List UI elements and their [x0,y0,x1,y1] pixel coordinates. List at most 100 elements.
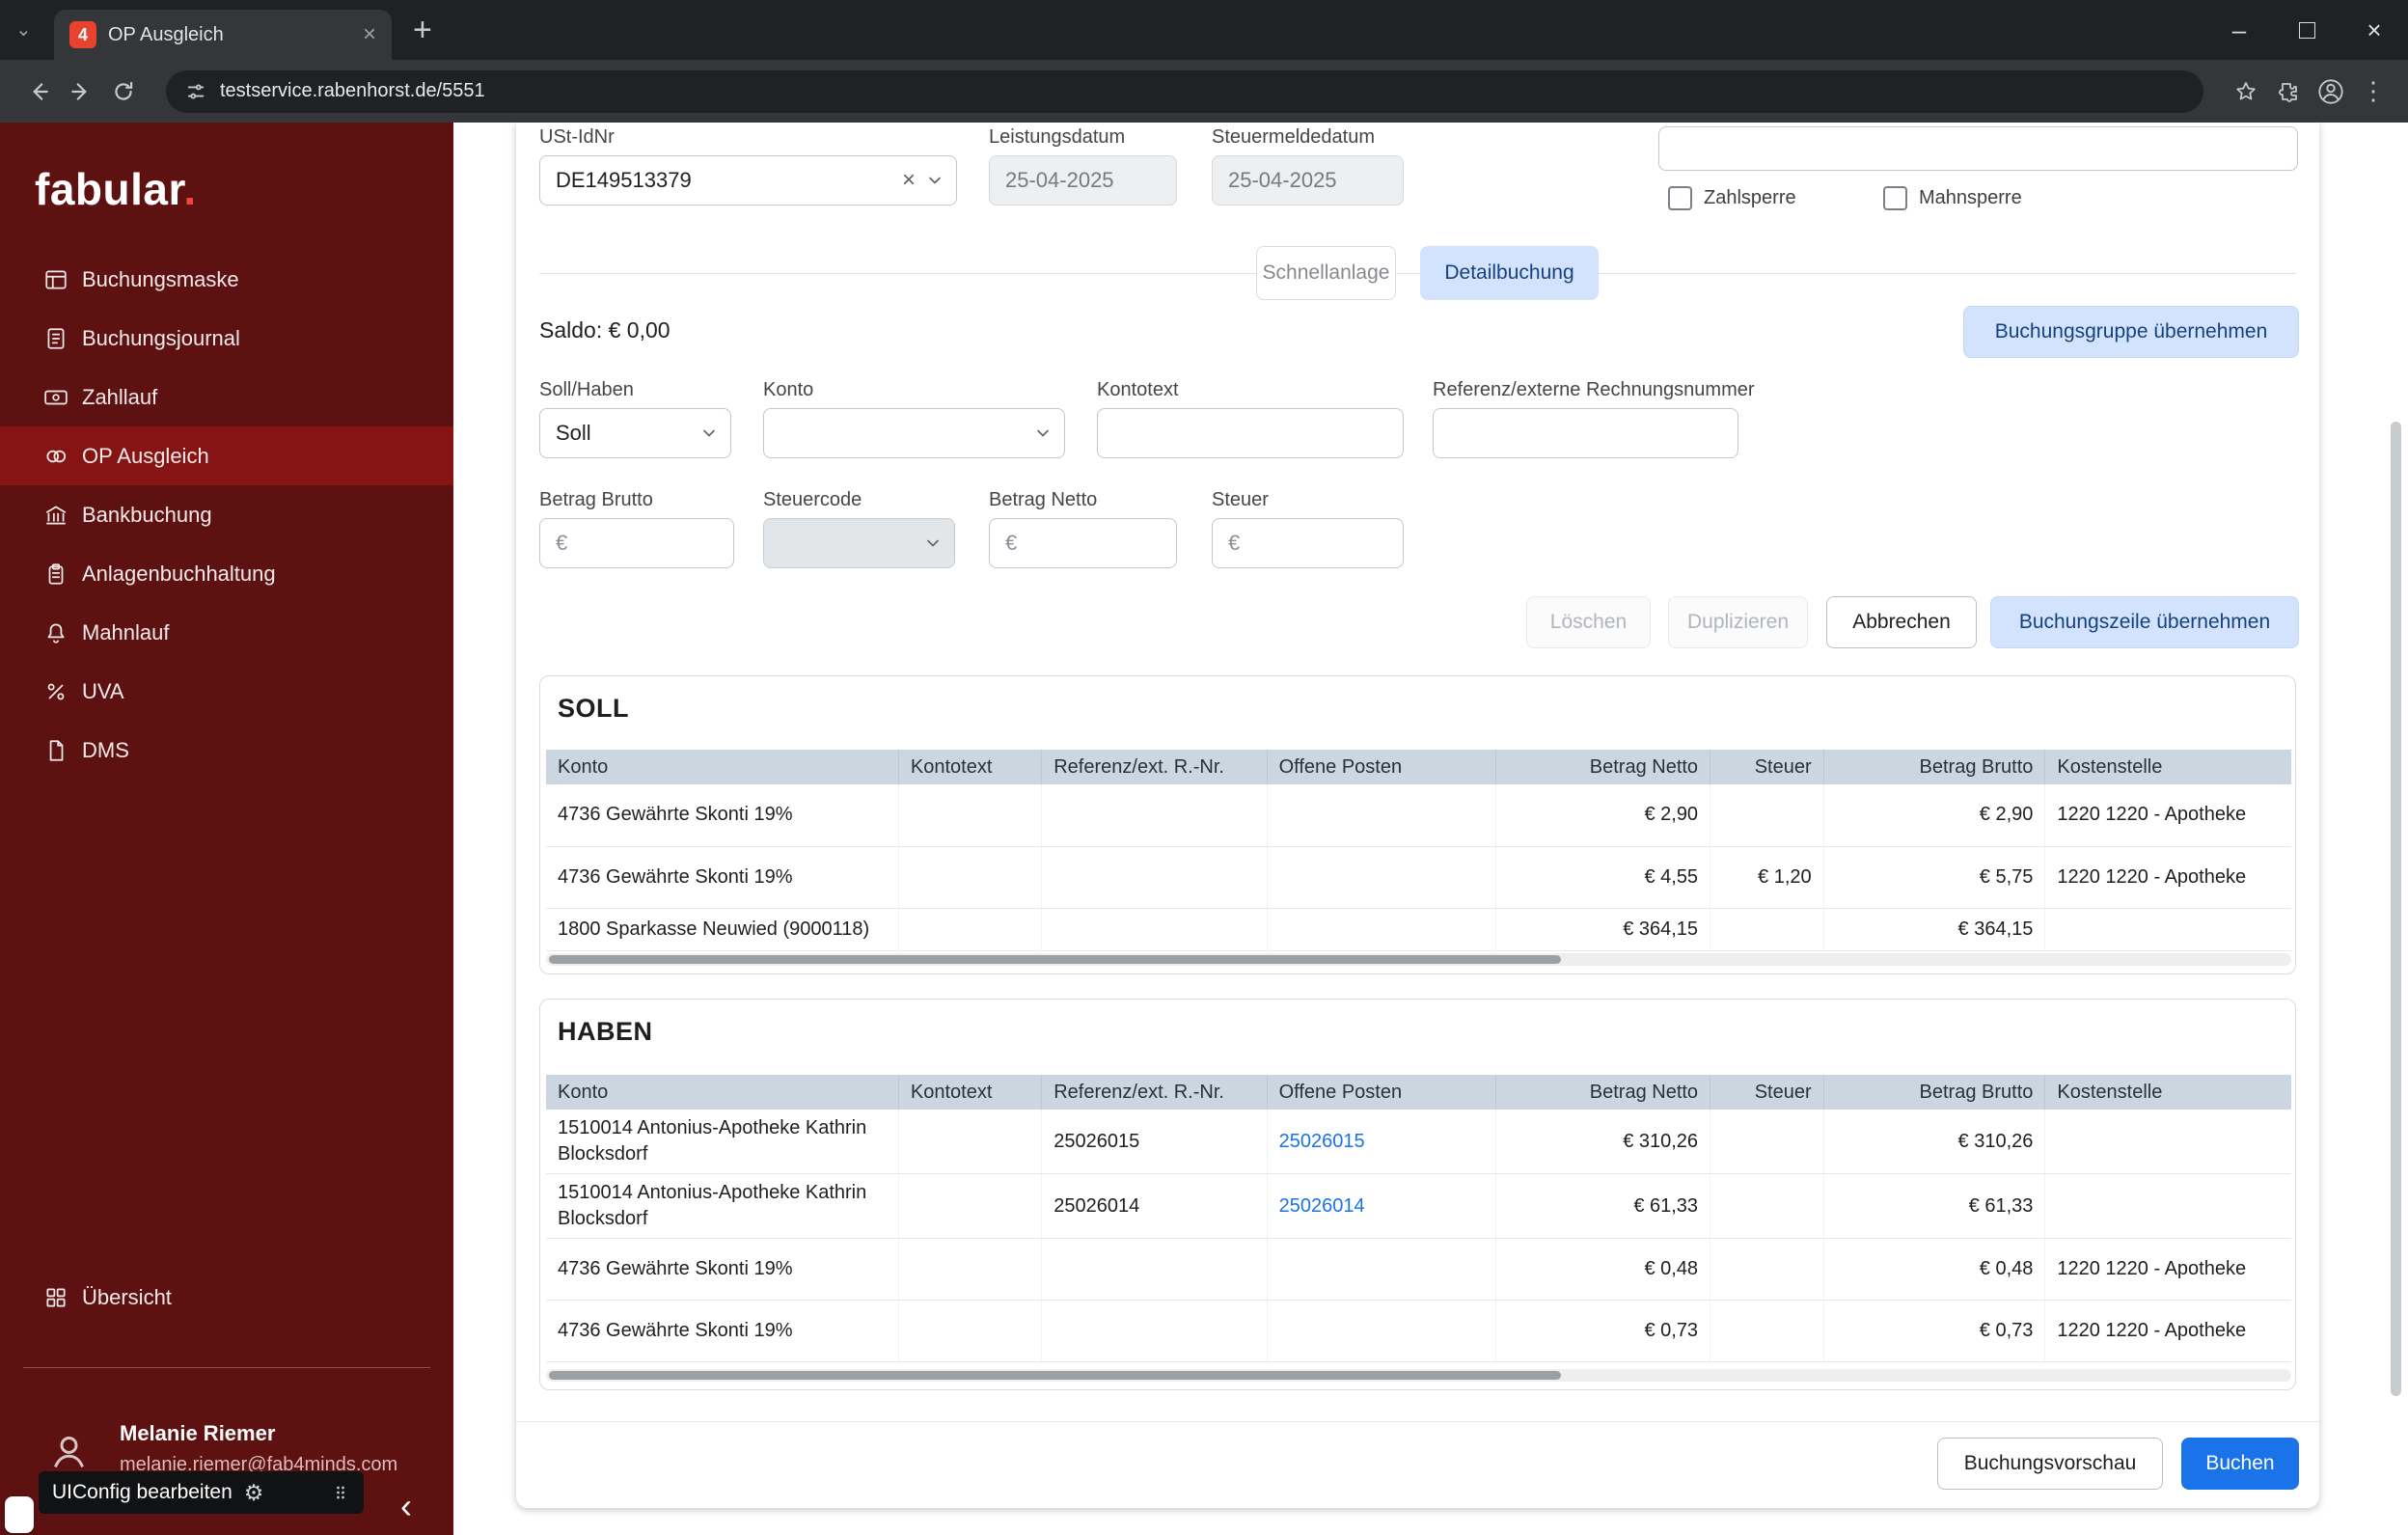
buchungsvorschau-button[interactable]: Buchungsvorschau [1937,1438,2163,1490]
table-row[interactable]: 4736 Gewährte Skonti 19% € 4,55 € 1,20 €… [546,846,2291,909]
offene-posten-link[interactable]: 25026014 [1279,1195,1365,1217]
duplizieren-button: Duplizieren [1668,596,1808,648]
table-row[interactable]: 1510014 Antonius-Apotheke Kathrin Blocks… [546,1173,2291,1239]
buchungsgruppe-uebernehmen-button[interactable]: Buchungsgruppe übernehmen [1963,306,2299,358]
zahlsperre-label: Zahlsperre [1704,187,1796,208]
ust-idnr-label: USt-IdNr [539,126,615,148]
mahnsperre-checkbox-row[interactable]: Mahnsperre [1883,186,2022,210]
leistungsdatum-input [989,155,1177,206]
col-kostenstelle: Kostenstelle [2044,750,2291,784]
back-button[interactable] [17,70,60,113]
saldo-text: Saldo: € 0,00 [539,317,670,343]
app-logo: fabular. [35,164,197,214]
site-settings-icon[interactable] [185,81,206,102]
reload-button[interactable] [102,70,145,113]
sidebar-item-uva[interactable]: UVA [0,662,453,721]
document-icon [43,738,68,763]
user-avatar-icon [47,1430,91,1473]
main-content: USt-IdNr DE149513379 × Leistungsdatum St… [453,123,2408,1535]
konto-select[interactable] [763,408,1065,458]
clear-icon[interactable]: × [902,169,916,192]
sidebar-item-buchungsjournal[interactable]: Buchungsjournal [0,309,453,368]
star-icon [2236,81,2256,99]
sidebar-item-label: Mahnlauf [82,619,170,644]
logo-dot: . [183,164,197,214]
konto-label: Konto [763,379,814,400]
maximize-button[interactable] [2273,0,2340,60]
profile-button[interactable] [2310,70,2352,113]
steuercode-select [763,518,955,568]
haben-horizontal-scrollbar[interactable] [546,1369,2291,1382]
steuermeldedatum-label: Steuermeldedatum [1212,126,1375,148]
url-bar[interactable]: testservice.rabenhorst.de/5551 [166,69,2203,113]
col-kontotext: Kontotext [898,750,1043,784]
buchen-button[interactable]: Buchen [2181,1438,2299,1490]
forward-button[interactable] [60,70,102,113]
sidebar-item-anlagenbuchhaltung[interactable]: Anlagenbuchhaltung [0,544,453,603]
new-tab-button[interactable]: + [413,12,432,49]
notes-textarea[interactable] [1658,126,2298,171]
minimize-button[interactable]: – [2205,0,2273,60]
browser-tab[interactable]: 4 OP Ausgleich × [54,10,392,60]
tab-close-icon[interactable]: × [363,23,376,46]
tab-detailbuchung[interactable]: Detailbuchung [1420,246,1599,300]
bookmark-button[interactable] [2225,70,2267,113]
steuer-input[interactable] [1212,518,1404,568]
balance-icon [43,444,68,469]
sidebar-item-buchungsmaske[interactable]: Buchungsmaske [0,250,453,309]
table-header-row: Konto Kontotext Referenz/ext. R.-Nr. Off… [546,750,2291,784]
sidebar-item-zahllauf[interactable]: Zahllauf [0,368,453,426]
chevron-down-icon[interactable] [925,171,944,190]
kontotext-input[interactable] [1097,408,1404,458]
soll-horizontal-scrollbar[interactable] [546,953,2291,966]
sidebar-item-label: Übersicht [82,1284,172,1309]
sidebar-collapse-button[interactable]: ‹ [400,1489,412,1523]
sidebar-item-dms[interactable]: DMS [0,721,453,780]
referenz-input[interactable] [1433,408,1738,458]
tab-title: OP Ausgleich [108,23,224,45]
soll-haben-select[interactable]: Soll [539,408,731,458]
uiconfig-toolbar[interactable]: UIConfig bearbeiten ⚙ [39,1471,364,1514]
sidebar-item-label: OP Ausgleich [82,443,209,468]
booking-card: USt-IdNr DE149513379 × Leistungsdatum St… [516,123,2319,1508]
mahnsperre-checkbox[interactable] [1883,186,1907,210]
ust-idnr-select[interactable]: DE149513379 × [539,155,957,206]
chevron-down-icon [703,429,715,437]
scrollbar-thumb[interactable] [549,1371,1562,1380]
drag-handle-icon[interactable] [331,1483,350,1502]
extensions-button[interactable] [2267,70,2310,113]
col-offene-posten: Offene Posten [1267,750,1496,784]
col-betrag-netto: Betrag Netto [1495,750,1711,784]
abbrechen-button[interactable]: Abbrechen [1826,596,1977,648]
bank-icon [43,503,68,528]
page-vertical-scrollbar[interactable] [2391,422,2401,1396]
sidebar-item-mahnlauf[interactable]: Mahnlauf [0,603,453,662]
sidebar-item-label: Buchungsjournal [82,325,240,350]
table-row[interactable]: 1510014 Antonius-Apotheke Kathrin Blocks… [546,1110,2291,1174]
tab-schnellanlage[interactable]: Schnellanlage [1256,246,1396,300]
table-row[interactable]: 4736 Gewährte Skonti 19% € 0,73 € 0,73 1… [546,1300,2291,1362]
zahlsperre-checkbox[interactable] [1668,186,1692,210]
soll-section: SOLL Konto Kontotext Referenz/ext. R.-Nr… [539,675,2296,974]
tab-search-chevron-icon[interactable]: ⌄ [15,17,32,41]
scrollbar-thumb[interactable] [549,955,1562,964]
col-konto: Konto [546,1075,899,1110]
avatar-icon [2318,78,2343,104]
sidebar-item-uebersicht[interactable]: Übersicht [0,1268,453,1327]
payment-run-icon [43,385,68,410]
zahlsperre-checkbox-row[interactable]: Zahlsperre [1668,186,1796,210]
sidebar-item-op-ausgleich[interactable]: OP Ausgleich [0,426,453,485]
journal-icon [43,326,68,351]
betrag-netto-input[interactable] [989,518,1177,568]
betrag-brutto-input[interactable] [539,518,734,568]
offene-posten-link[interactable]: 25026015 [1279,1131,1365,1152]
sidebar-item-bankbuchung[interactable]: Bankbuchung [0,485,453,544]
table-row[interactable]: 4736 Gewährte Skonti 19% € 0,48 € 0,48 1… [546,1238,2291,1301]
gear-icon[interactable]: ⚙ [244,1481,264,1504]
table-header-row: Konto Kontotext Referenz/ext. R.-Nr. Off… [546,1075,2291,1110]
close-button[interactable]: × [2340,0,2408,60]
table-row[interactable]: 4736 Gewährte Skonti 19% € 2,90 € 2,90 1… [546,784,2291,847]
buchungszeile-uebernehmen-button[interactable]: Buchungszeile übernehmen [1990,596,2299,648]
browser-menu-button[interactable]: ⋮ [2352,70,2394,113]
table-row[interactable]: 1800 Sparkasse Neuwied (9000118) € 364,1… [546,908,2291,951]
